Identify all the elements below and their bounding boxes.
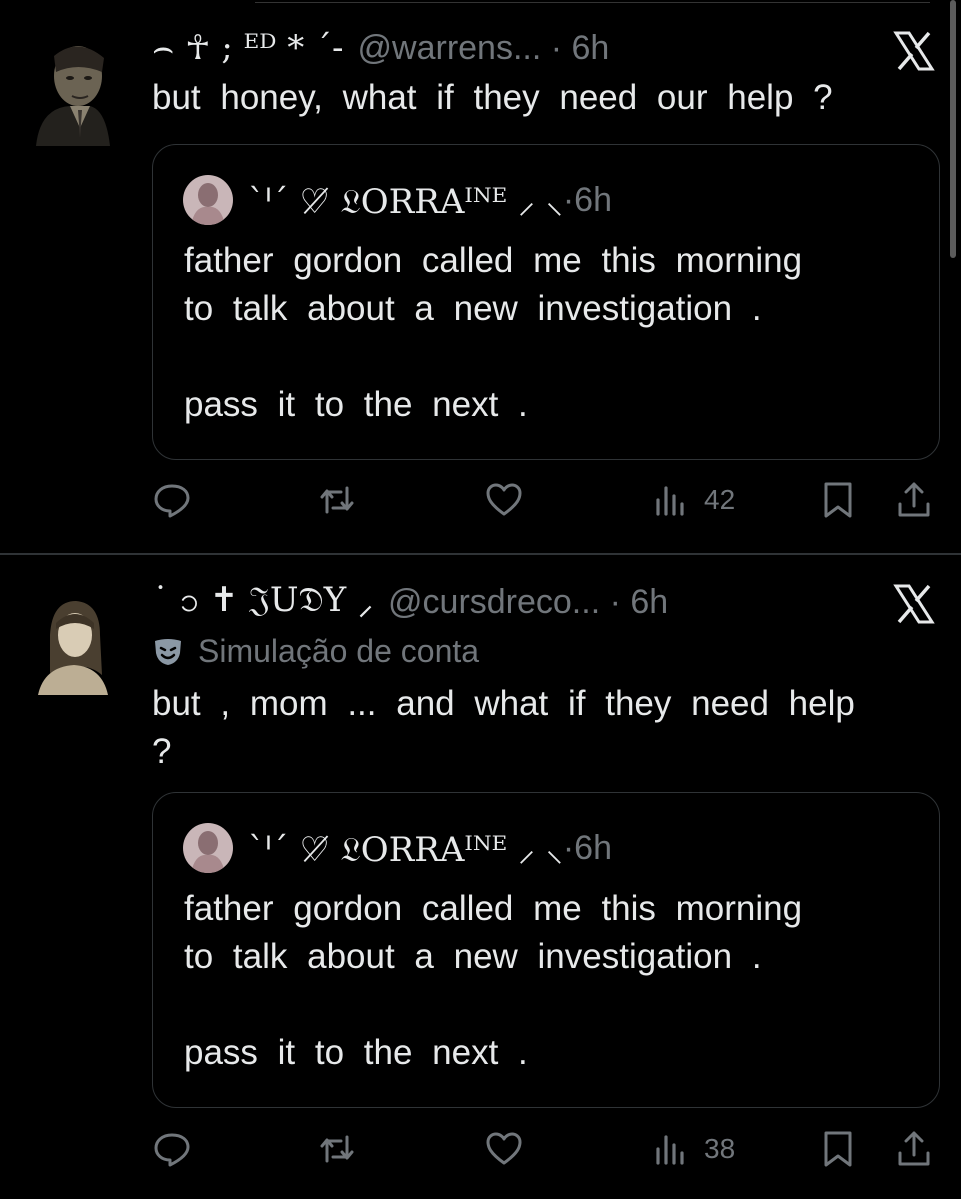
author-display-name[interactable]: ⌢ ☥ ; ᴱᴰ * ˊ-	[152, 28, 344, 68]
action-bar: 42	[152, 478, 937, 522]
quote-header: ˋᑊˊ ♡̸ 𝔏ORRAᴵᴺᴱ ⸝ ⸜ · 6h	[248, 823, 612, 873]
quote-line: father gordon called me this morning	[184, 889, 803, 928]
quote-avatar[interactable]	[183, 823, 233, 873]
quote-author-display-name[interactable]: ˋᑊˊ ♡̸ 𝔏ORRAᴵᴺᴱ ⸝ ⸜	[248, 177, 563, 223]
separator-dot: ·	[562, 828, 575, 867]
share-icon	[898, 1131, 930, 1166]
mask-icon	[155, 639, 181, 665]
post-divider	[0, 553, 961, 555]
like-icon	[486, 483, 522, 516]
reply-icon	[154, 1133, 190, 1167]
quote-avatar[interactable]	[183, 175, 233, 225]
views-button[interactable]: 42	[652, 478, 735, 522]
post-warrens[interactable]: ⌢ ☥ ; ᴱᴰ * ˊ- @warrens... · 6h but honey…	[0, 0, 961, 553]
quote-line: father gordon called me this morning	[184, 241, 803, 280]
views-icon	[656, 486, 684, 516]
post-text: but , mom ... and what if they need help…	[152, 680, 942, 776]
bookmark-icon	[824, 1131, 852, 1167]
reply-icon	[154, 484, 190, 518]
post-time[interactable]: 6h	[630, 583, 668, 622]
like-icon	[486, 1132, 522, 1165]
like-button[interactable]	[484, 1127, 524, 1171]
quoted-post[interactable]: ˋᑊˊ ♡̸ 𝔏ORRAᴵᴺᴱ ⸝ ⸜ · 6h father gordon c…	[152, 792, 940, 1108]
quote-line: pass it to the next .	[184, 1033, 528, 1072]
post-text-line: ?	[152, 732, 172, 771]
avatar[interactable]	[30, 38, 112, 146]
quoted-post[interactable]: ˋᑊˊ ♡̸ 𝔏ORRAᴵᴺᴱ ⸝ ⸜ · 6h father gordon c…	[152, 144, 940, 460]
post-text: but honey, what if they need our help ?	[152, 78, 833, 117]
bookmark-button[interactable]	[818, 1127, 858, 1171]
quote-time[interactable]: 6h	[574, 829, 612, 868]
retweet-button[interactable]	[317, 478, 357, 522]
retweet-icon	[320, 486, 354, 514]
badge-label: Simulação de conta	[198, 632, 480, 669]
quote-time[interactable]: 6h	[574, 181, 612, 220]
quote-author-display-name[interactable]: ˋᑊˊ ♡̸ 𝔏ORRAᴵᴺᴱ ⸝ ⸜	[248, 825, 563, 871]
like-button[interactable]	[484, 478, 524, 522]
post-time[interactable]: 6h	[572, 29, 610, 68]
views-count: 42	[704, 484, 736, 515]
separator-dot: ·	[541, 28, 572, 67]
views-count: 38	[704, 1133, 736, 1164]
quote-text: father gordon called me this morning to …	[184, 237, 802, 429]
author-handle[interactable]: @warrens...	[358, 29, 542, 68]
post-header: ⌢ ☥ ; ᴱᴰ * ˊ- @warrens... · 6h	[152, 26, 872, 70]
quote-text: father gordon called me this morning to …	[184, 885, 802, 1077]
reply-button[interactable]	[152, 1127, 192, 1171]
quote-line: to talk about a new investigation .	[184, 937, 762, 976]
separator-dot: ·	[600, 582, 631, 621]
retweet-button[interactable]	[317, 1127, 357, 1171]
action-bar: 38	[152, 1127, 937, 1171]
bookmark-button[interactable]	[818, 478, 858, 522]
views-icon	[656, 1135, 684, 1165]
quote-header: ˋᑊˊ ♡̸ 𝔏ORRAᴵᴺᴱ ⸝ ⸜ · 6h	[248, 175, 612, 225]
separator-dot: ·	[562, 180, 575, 219]
views-button[interactable]: 38	[652, 1127, 735, 1171]
reply-button[interactable]	[152, 478, 192, 522]
share-icon	[898, 482, 930, 517]
author-handle[interactable]: @cursdreco...	[388, 583, 600, 622]
share-button[interactable]	[894, 478, 934, 522]
avatar[interactable]	[30, 595, 112, 703]
x-logo-icon[interactable]	[893, 583, 935, 625]
bookmark-icon	[824, 482, 852, 518]
post-header: ˙ ၁ ✝ 𝔍U𝔇Y ⸝ @cursdreco... · 6h	[152, 580, 872, 624]
parody-badge: Simulação de conta	[152, 630, 479, 672]
share-button[interactable]	[894, 1127, 934, 1171]
post-text-line: but , mom ... and what if they need help	[152, 684, 855, 723]
quote-line: to talk about a new investigation .	[184, 289, 762, 328]
x-logo-icon[interactable]	[893, 30, 935, 72]
author-display-name[interactable]: ˙ ၁ ✝ 𝔍U𝔇Y ⸝	[152, 577, 374, 628]
retweet-icon	[320, 1135, 354, 1163]
quote-line: pass it to the next .	[184, 385, 528, 424]
